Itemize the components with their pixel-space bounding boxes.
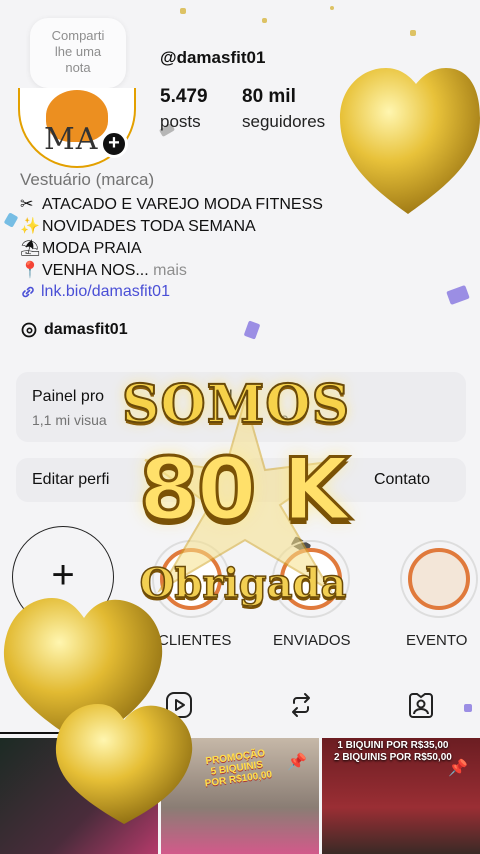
stat-value: 5.479 [160,86,208,107]
post-promo-text: 1 BIQUINI POR R$35,00 2 BIQUINIS POR R$5… [334,740,452,764]
add-story-button[interactable]: + [100,130,128,158]
highlight-label: ENVIADOS [273,632,351,649]
confetti [330,6,334,10]
stat-value: 80 mil [242,86,296,107]
link-icon [22,286,34,298]
note-text: nota [65,60,91,75]
note-bubble[interactable]: Comparti lhe uma nota [30,18,126,88]
sparkles-icon: ✨ [20,218,40,235]
stat-label: seguidores [242,112,326,131]
stat-posts[interactable]: 5.479 posts [160,86,208,132]
bio-line: ✂ ATACADO E VAREJO MODA FITNESS [20,194,323,214]
post-thumbnail[interactable]: 1 BIQUINI POR R$35,00 2 BIQUINIS POR R$5… [322,738,480,854]
confetti [446,285,470,305]
pinned-icon: 📌 [448,760,468,777]
highlight-evento[interactable] [400,540,478,618]
highlight-label: CLIENTES [158,632,232,649]
note-text: Comparti [51,28,105,43]
overlay-80k-text: 80 K [137,439,350,542]
bio-text: MODA PRAIA [42,240,142,257]
link-text: lnk.bio/damasfit01 [41,283,170,300]
repost-icon[interactable] [286,690,316,720]
panel-subtitle-text: 1,1 mi visua [32,412,107,428]
scissors-icon: ✂ [20,196,34,213]
profile-category: Vestuário (marca) [20,170,155,189]
bio-text: NOVIDADES TODA SEMANA [42,218,256,235]
bio-line: 📍 VENHA NOS... mais [20,260,187,280]
highlight-cover [408,548,470,610]
confetti [464,704,472,712]
bio-line: ⛱ MODA PRAIA [20,238,142,258]
post-promo-text: PROMOÇÃO 5 BIQUINIS POR R$100,00 [201,747,273,790]
profile-username: @damasfit01 [160,48,265,68]
confetti [243,320,261,340]
stat-label: posts [160,112,201,131]
threads-username: damasfit01 [44,321,128,338]
confetti [3,212,19,228]
umbrella-icon: ⛱ [20,240,41,257]
pin-icon: 📍 [20,262,40,279]
pinned-icon: 📌 [287,754,307,771]
avatar-logo-text: MA [44,122,99,157]
overlay-somos-text: SOMOS [121,373,351,436]
bio-text: VENHA NOS... [42,262,149,279]
threads-link[interactable]: damasfit01 [20,321,128,339]
username-text: @damasfit01 [160,48,266,67]
highlight-label: EVENTO [406,632,468,649]
threads-icon [21,322,37,338]
gold-heart-balloon [55,704,193,824]
panel-title-text: Painel pro [32,388,105,405]
promo-line: 1 BIQUINI POR R$35,00 [337,740,449,751]
gold-heart-balloon [340,68,480,214]
promo-line: 2 BIQUINIS POR R$50,00 [334,752,452,763]
confetti [180,8,186,14]
confetti [262,18,267,23]
bio-line: ✨ NOVIDADES TODA SEMANA [20,216,256,236]
bio-text: ATACADO E VAREJO MODA FITNESS [42,196,323,213]
profile-link[interactable]: lnk.bio/damasfit01 [20,283,170,301]
note-text: lhe uma [54,44,102,59]
bio-more-link[interactable]: mais [149,262,187,279]
stat-followers[interactable]: 80 mil seguidores [242,86,325,132]
tagged-icon[interactable] [406,690,436,720]
confetti [410,30,416,36]
